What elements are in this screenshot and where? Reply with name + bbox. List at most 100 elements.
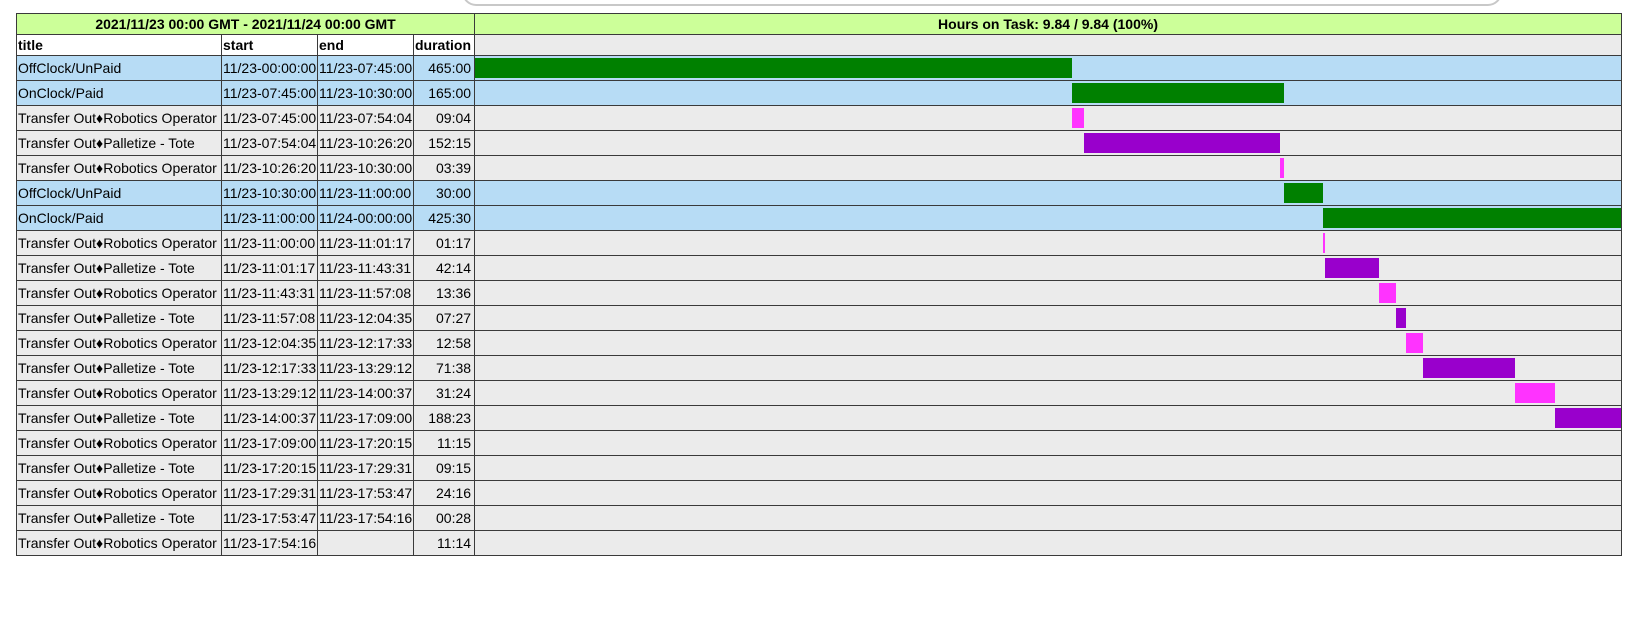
timeline-cell [474, 530, 1622, 556]
row-end: 11/23-11:57:08 [317, 280, 414, 306]
timeline-cell [474, 80, 1622, 106]
row-duration: 03:39 [412, 155, 476, 181]
row-start: 11/23-14:00:37 [221, 405, 318, 431]
table-row[interactable]: Transfer Out♦Palletize - Tote 11/23-11:01… [16, 255, 1622, 281]
table-row[interactable]: Transfer Out♦Robotics Operator 11/23-17:0… [16, 430, 1622, 456]
row-title: Transfer Out♦Robotics Operator [16, 430, 222, 456]
row-end: 11/23-11:01:17 [317, 230, 414, 256]
table-row[interactable]: Transfer Out♦Palletize - Tote 11/23-07:54… [16, 130, 1622, 156]
table-row[interactable]: Transfer Out♦Robotics Operator 11/23-17:5… [16, 530, 1622, 556]
row-title: Transfer Out♦Palletize - Tote [16, 505, 222, 531]
task-bar-robotics[interactable] [1514, 383, 1555, 403]
row-start: 11/23-11:00:00 [221, 205, 318, 231]
row-start: 11/23-11:00:00 [221, 230, 318, 256]
timeline-header [474, 34, 1622, 56]
row-end [317, 530, 414, 556]
row-duration: 42:14 [412, 255, 476, 281]
table-row[interactable]: Transfer Out♦Robotics Operator 11/23-13:2… [16, 380, 1622, 406]
row-start: 11/23-11:57:08 [221, 305, 318, 331]
row-duration: 30:00 [412, 180, 476, 206]
row-end: 11/23-10:26:20 [317, 130, 414, 156]
column-header-start[interactable]: start [221, 34, 318, 56]
task-bar-robotics[interactable] [1405, 333, 1423, 353]
table-row[interactable]: Transfer Out♦Palletize - Tote 11/23-17:20… [16, 455, 1622, 481]
row-duration: 07:27 [412, 305, 476, 331]
table-row[interactable]: Transfer Out♦Robotics Operator 11/23-12:0… [16, 330, 1622, 356]
column-header-duration[interactable]: duration [412, 34, 476, 56]
timeline-cell [474, 230, 1622, 256]
task-bar-clock[interactable] [1322, 208, 1621, 228]
row-end: 11/23-17:53:47 [317, 480, 414, 506]
row-end: 11/23-07:54:04 [317, 105, 414, 131]
timeline-cell [474, 305, 1622, 331]
table-row[interactable]: OffClock/UnPaid 11/23-10:30:00 11/23-11:00… [16, 180, 1622, 206]
timeline-cell [474, 55, 1622, 81]
row-title: OnClock/Paid [16, 80, 222, 106]
row-start: 11/23-11:43:31 [221, 280, 318, 306]
timeline-cell [474, 255, 1622, 281]
task-bar-clock[interactable] [475, 58, 1073, 78]
table-row[interactable]: OnClock/Paid 11/23-11:00:00 11/24-00:00:00… [16, 205, 1622, 231]
table-row[interactable]: Transfer Out♦Palletize - Tote 11/23-11:57… [16, 305, 1622, 331]
row-start: 11/23-00:00:00 [221, 55, 318, 81]
row-end: 11/23-11:00:00 [317, 180, 414, 206]
timeline-cell [474, 455, 1622, 481]
task-bar-clock[interactable] [1072, 83, 1285, 103]
row-end: 11/23-07:45:00 [317, 55, 414, 81]
row-duration: 24:16 [412, 480, 476, 506]
row-start: 11/23-12:17:33 [221, 355, 318, 381]
row-title: Transfer Out♦Palletize - Tote [16, 305, 222, 331]
column-header-end[interactable]: end [317, 34, 414, 56]
row-title: OffClock/UnPaid [16, 180, 222, 206]
task-bar-palletize[interactable] [1324, 258, 1379, 278]
timeline-cell [474, 130, 1622, 156]
row-start: 11/23-13:29:12 [221, 380, 318, 406]
row-title: Transfer Out♦Robotics Operator [16, 105, 222, 131]
task-bar-palletize[interactable] [1396, 308, 1406, 328]
row-end: 11/23-13:29:12 [317, 355, 414, 381]
task-bar-clock[interactable] [1284, 183, 1323, 203]
table-row[interactable]: Transfer Out♦Robotics Operator 11/23-17:2… [16, 480, 1622, 506]
task-bar-palletize[interactable] [1555, 408, 1621, 428]
row-duration: 165:00 [412, 80, 476, 106]
row-title: Transfer Out♦Palletize - Tote [16, 130, 222, 156]
table-row[interactable]: Transfer Out♦Palletize - Tote 11/23-14:00… [16, 405, 1622, 431]
row-start: 11/23-17:20:15 [221, 455, 318, 481]
row-title: Transfer Out♦Palletize - Tote [16, 355, 222, 381]
task-bar-robotics[interactable] [1279, 158, 1285, 178]
row-start: 11/23-17:54:16 [221, 530, 318, 556]
table-row[interactable]: Transfer Out♦Robotics Operator 11/23-11:0… [16, 230, 1622, 256]
row-title: Transfer Out♦Palletize - Tote [16, 255, 222, 281]
table-row[interactable]: OnClock/Paid 11/23-07:45:00 11/23-10:30:00… [16, 80, 1622, 106]
row-end: 11/23-17:20:15 [317, 430, 414, 456]
task-bar-robotics[interactable] [1322, 233, 1325, 253]
row-duration: 31:24 [412, 380, 476, 406]
table-row[interactable]: Transfer Out♦Palletize - Tote 11/23-17:53… [16, 505, 1622, 531]
table-row[interactable]: Transfer Out♦Robotics Operator 11/23-11:4… [16, 280, 1622, 306]
task-bar-palletize[interactable] [1084, 133, 1280, 153]
row-end: 11/23-10:30:00 [317, 155, 414, 181]
timeline-cell [474, 155, 1622, 181]
row-start: 11/23-17:53:47 [221, 505, 318, 531]
task-bar-robotics[interactable] [1378, 283, 1397, 303]
row-end: 11/23-14:00:37 [317, 380, 414, 406]
table-row[interactable]: Transfer Out♦Palletize - Tote 11/23-12:17… [16, 355, 1622, 381]
task-bar-palletize[interactable] [1422, 358, 1515, 378]
timeline-cell [474, 205, 1622, 231]
row-title: Transfer Out♦Robotics Operator [16, 380, 222, 406]
row-duration: 152:15 [412, 130, 476, 156]
row-start: 11/23-10:30:00 [221, 180, 318, 206]
row-title: Transfer Out♦Robotics Operator [16, 230, 222, 256]
column-header-title[interactable]: title [16, 34, 222, 56]
table-row[interactable]: Transfer Out♦Robotics Operator 11/23-07:4… [16, 105, 1622, 131]
row-title: Transfer Out♦Robotics Operator [16, 155, 222, 181]
row-end: 11/24-00:00:00 [317, 205, 414, 231]
table-row[interactable]: Transfer Out♦Robotics Operator 11/23-10:2… [16, 155, 1622, 181]
row-title: Transfer Out♦Palletize - Tote [16, 455, 222, 481]
table-row[interactable]: OffClock/UnPaid 11/23-00:00:00 11/23-07:45… [16, 55, 1622, 81]
row-title: OffClock/UnPaid [16, 55, 222, 81]
timeline-cell [474, 180, 1622, 206]
row-start: 11/23-10:26:20 [221, 155, 318, 181]
task-bar-robotics[interactable] [1072, 108, 1085, 128]
row-end: 11/23-17:09:00 [317, 405, 414, 431]
